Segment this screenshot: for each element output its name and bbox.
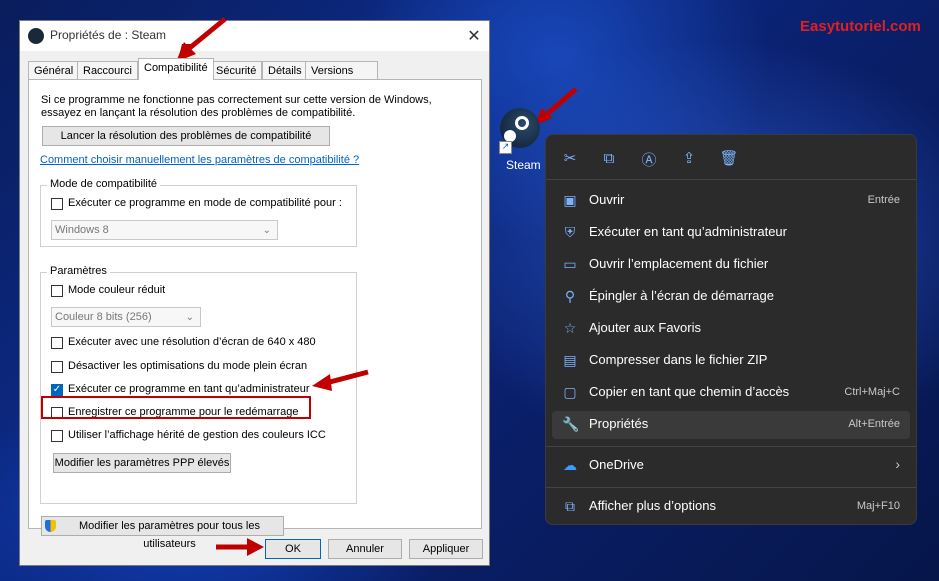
menu-item-shortcut: Ctrl+Maj+C	[844, 386, 900, 398]
highlight-box	[41, 396, 311, 419]
copy-path-icon: ▢	[563, 385, 577, 401]
watermark: Easytutoriel.com	[800, 18, 921, 35]
shield-icon	[45, 520, 56, 532]
steam-app-icon	[28, 28, 44, 44]
compat-mode-checkbox-label: Exécuter ce programme en mode de compati…	[68, 197, 342, 209]
manual-settings-link[interactable]: Comment choisir manuellement les paramèt…	[40, 154, 359, 166]
reduced-color-checkbox[interactable]	[51, 285, 63, 297]
delete-icon[interactable]: 🗑	[719, 149, 739, 169]
menu-item-shortcut: Alt+Entrée	[848, 418, 900, 430]
menu-item-open[interactable]: ▣ Ouvrir Entrée	[552, 187, 910, 215]
menu-item-label: Afficher plus d’options	[589, 498, 716, 513]
all-users-button[interactable]: Modifier les paramètres pour tous les ut…	[41, 516, 284, 550]
tab-details[interactable]: Détails	[262, 61, 308, 79]
compat-mode-checkbox[interactable]	[51, 198, 63, 210]
compat-os-value: Windows 8	[55, 224, 109, 236]
menu-item-label: Compresser dans le fichier ZIP	[589, 352, 768, 367]
rename-icon[interactable]: Ⓐ	[639, 149, 659, 169]
compat-mode-label: Mode de compatibilité	[47, 178, 161, 190]
cloud-icon: ☁	[563, 458, 577, 474]
menu-item-shortcut: Maj+F10	[856, 500, 900, 512]
context-menu: ✂ ⧉ Ⓐ ⇪ 🗑 ▣ Ouvrir Entrée ⛨ Exécuter en …	[545, 134, 917, 525]
compat-mode-group: Mode de compatibilité Exécuter ce progra…	[40, 178, 357, 247]
menu-item-label: Ouvrir	[589, 192, 625, 207]
folder-icon: ▭	[563, 257, 577, 273]
menu-separator	[546, 179, 916, 180]
shortcut-arrow-icon: ↗	[499, 141, 512, 154]
menu-item-favorites[interactable]: ☆ Ajouter aux Favoris	[552, 315, 910, 343]
menu-item-more-options[interactable]: ⧉ Afficher plus d’options Maj+F10	[552, 493, 910, 521]
run-as-admin-checkbox[interactable]: ✓	[51, 384, 63, 396]
menu-item-label: OneDrive	[589, 457, 644, 472]
pin-icon: ⚲	[564, 289, 576, 305]
cancel-button[interactable]: Annuler	[328, 539, 402, 559]
arrow-to-compat-tab	[176, 17, 227, 62]
run-as-admin-label: Exécuter ce programme en tant qu’adminis…	[68, 383, 310, 395]
tab-general[interactable]: Général	[28, 61, 80, 79]
tab-shortcut[interactable]: Raccourci	[77, 61, 138, 79]
icc-label: Utiliser l’affichage hérité de gestion d…	[68, 429, 326, 441]
properties-dialog: Propriétés de : Steam ✕ Général Raccourc…	[19, 20, 490, 566]
menu-item-label: Exécuter en tant qu’administrateur	[589, 224, 787, 239]
menu-separator	[546, 487, 916, 488]
menu-item-label: Ajouter aux Favoris	[589, 320, 701, 335]
disable-fullscreen-label: Désactiver les optimisations du mode ple…	[68, 360, 308, 372]
arrow-to-admin-checkbox	[312, 369, 369, 391]
ok-button[interactable]: OK	[265, 539, 321, 559]
open-icon: ▣	[563, 193, 577, 209]
arrow-to-ok-button	[216, 538, 264, 556]
menu-item-open-location[interactable]: ▭ Ouvrir l’emplacement du fichier	[552, 251, 910, 279]
chevron-right-icon: ›	[895, 456, 900, 472]
menu-item-label: Propriétés	[589, 416, 649, 431]
menu-item-run-as-admin[interactable]: ⛨ Exécuter en tant qu’administrateur	[552, 219, 910, 247]
res-640-label: Exécuter avec une résolution d’écran de …	[68, 336, 316, 348]
intro-text-line1: Si ce programme ne fonctionne pas correc…	[41, 94, 432, 106]
zip-folder-icon: ▤	[563, 353, 577, 369]
copy-icon[interactable]: ⧉	[599, 149, 619, 169]
intro-text-line2: essayez en lançant la résolution des pro…	[41, 107, 356, 119]
menu-item-pin-start[interactable]: ⚲ Épingler à l’écran de démarrage	[552, 283, 910, 311]
menu-separator	[546, 446, 916, 447]
disable-fullscreen-checkbox[interactable]	[51, 361, 63, 373]
menu-item-label: Copier en tant que chemin d’accès	[589, 384, 790, 399]
res-640-checkbox[interactable]	[51, 337, 63, 349]
apply-button[interactable]: Appliquer	[409, 539, 483, 559]
steam-desktop-label: Steam	[506, 158, 541, 172]
color-depth-select[interactable]: Couleur 8 bits (256) ⌄	[51, 307, 201, 327]
close-icon[interactable]: ✕	[465, 26, 483, 45]
settings-label: Paramètres	[47, 265, 110, 277]
tab-compatibility[interactable]: Compatibilité	[138, 58, 214, 80]
compatibility-panel: Si ce programme ne fonctionne pas correc…	[28, 79, 482, 550]
menu-item-properties[interactable]: 🔧 Propriétés Alt+Entrée	[552, 411, 910, 439]
high-dpi-button[interactable]: Modifier les paramètres PPP élevés	[53, 453, 231, 473]
steam-logo-ring	[515, 116, 529, 130]
reduced-color-label: Mode couleur réduit	[68, 284, 166, 296]
compat-os-select[interactable]: Windows 8 ⌄	[51, 220, 278, 240]
admin-shield-icon: ⛨	[564, 225, 576, 241]
menu-item-copy-path[interactable]: ▢ Copier en tant que chemin d’accès Ctrl…	[552, 379, 910, 407]
menu-item-compress-zip[interactable]: ▤ Compresser dans le fichier ZIP	[552, 347, 910, 375]
title-bar: Propriétés de : Steam ✕	[20, 21, 489, 51]
icc-checkbox[interactable]	[51, 430, 63, 442]
dialog-title: Propriétés de : Steam	[50, 28, 167, 42]
menu-item-onedrive[interactable]: ☁ OneDrive ›	[552, 452, 910, 480]
more-options-icon: ⧉	[565, 499, 575, 515]
menu-item-label: Ouvrir l’emplacement du fichier	[589, 256, 769, 271]
wrench-icon: 🔧	[562, 417, 580, 433]
color-depth-value: Couleur 8 bits (256)	[55, 311, 152, 323]
menu-item-shortcut: Entrée	[867, 194, 900, 206]
troubleshoot-button[interactable]: Lancer la résolution des problèmes de co…	[42, 126, 330, 146]
tab-previous-versions[interactable]: Versions précédentes	[305, 61, 378, 95]
chevron-down-icon: ⌄	[262, 225, 271, 236]
star-icon: ☆	[563, 321, 577, 337]
cut-icon[interactable]: ✂	[560, 149, 580, 169]
chevron-down-icon: ⌄	[185, 312, 194, 323]
share-icon[interactable]: ⇪	[679, 149, 699, 169]
menu-item-label: Épingler à l’écran de démarrage	[589, 288, 774, 303]
